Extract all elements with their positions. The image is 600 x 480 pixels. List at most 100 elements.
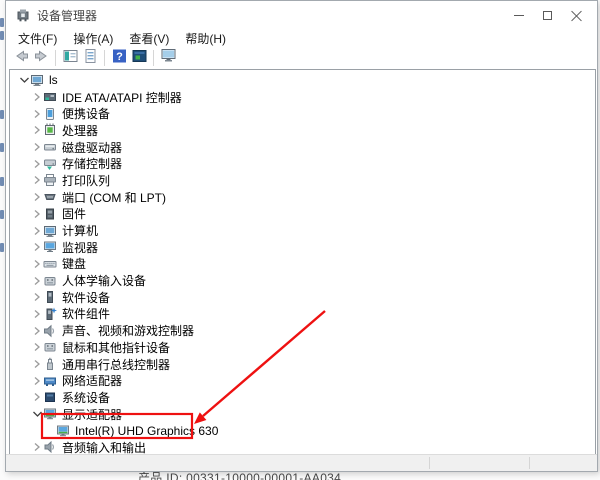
tree-item-display-adapters[interactable]: 显示适配器 bbox=[10, 406, 595, 423]
window-title: 设备管理器 bbox=[37, 7, 97, 24]
toolbar-separator bbox=[55, 50, 56, 66]
audio-icon bbox=[43, 440, 57, 454]
chevron-spacer bbox=[44, 423, 56, 439]
background-product-id-text: 产品 ID: 00331-10000-00001-AA034 bbox=[138, 471, 418, 480]
device-manager-window-button[interactable] bbox=[129, 48, 149, 68]
monitor-icon bbox=[43, 240, 57, 254]
tree-item-system-devices[interactable]: 系统设备 bbox=[10, 389, 595, 406]
tree-item-firmware[interactable]: 固件 bbox=[10, 206, 595, 223]
status-bar-separator bbox=[429, 457, 430, 469]
computer-icon bbox=[43, 224, 57, 238]
chevron-right-icon[interactable] bbox=[31, 339, 43, 355]
tree-item-software-devices[interactable]: 软件设备 bbox=[10, 289, 595, 306]
keyboard-icon bbox=[43, 257, 57, 271]
chevron-right-icon[interactable] bbox=[31, 373, 43, 389]
back-button[interactable] bbox=[11, 48, 31, 68]
tree-item-print-queues[interactable]: 打印队列 bbox=[10, 172, 595, 189]
computer-icon bbox=[30, 73, 44, 87]
back-icon bbox=[13, 48, 30, 69]
tree-item-disk-drives[interactable]: 磁盘驱动器 bbox=[10, 139, 595, 156]
tree-item-mice-and-pointing-devices[interactable]: 鼠标和其他指针设备 bbox=[10, 339, 595, 356]
tree-item-label: 便携设备 bbox=[61, 105, 110, 122]
chevron-right-icon[interactable] bbox=[31, 323, 43, 339]
menu-help[interactable]: 帮助(H) bbox=[177, 29, 234, 48]
maximize-icon bbox=[543, 11, 552, 20]
toolbar-separator bbox=[153, 50, 154, 66]
chevron-right-icon[interactable] bbox=[31, 89, 43, 105]
window-controls bbox=[504, 1, 591, 29]
device-manager-window-icon bbox=[131, 48, 148, 69]
tree-item-label: 鼠标和其他指针设备 bbox=[61, 339, 170, 356]
tree-item-label: 显示适配器 bbox=[61, 406, 122, 423]
tree-item-ports-com-lpt[interactable]: 端口 (COM 和 LPT) bbox=[10, 189, 595, 206]
chevron-right-icon[interactable] bbox=[31, 122, 43, 138]
tree-item-label: 软件组件 bbox=[61, 305, 110, 322]
toolbar-separator bbox=[104, 50, 105, 66]
chevron-right-icon[interactable] bbox=[31, 239, 43, 255]
close-button[interactable] bbox=[562, 1, 591, 29]
chevron-right-icon[interactable] bbox=[31, 172, 43, 188]
scan-hardware-changes-button[interactable] bbox=[158, 48, 178, 68]
tree-item-label: 通用串行总线控制器 bbox=[61, 356, 170, 373]
background-glyph-fragment bbox=[0, 210, 4, 219]
forward-button[interactable] bbox=[31, 48, 51, 68]
chevron-right-icon[interactable] bbox=[31, 223, 43, 239]
tree-item-ide-ata-atapi-controllers[interactable]: IDE ATA/ATAPI 控制器 bbox=[10, 89, 595, 106]
tree-item-label: IDE ATA/ATAPI 控制器 bbox=[61, 89, 182, 106]
close-icon bbox=[571, 10, 582, 21]
port-icon bbox=[43, 190, 57, 204]
tree-item-network-adapters[interactable]: 网络适配器 bbox=[10, 372, 595, 389]
menu-view[interactable]: 查看(V) bbox=[121, 29, 177, 48]
chevron-right-icon[interactable] bbox=[31, 273, 43, 289]
tree-item-human-interface-devices[interactable]: 人体学输入设备 bbox=[10, 272, 595, 289]
tree-item-computer[interactable]: 计算机 bbox=[10, 222, 595, 239]
background-glyph-fragment bbox=[0, 31, 4, 40]
chevron-right-icon[interactable] bbox=[31, 106, 43, 122]
background-glyph-fragment bbox=[0, 177, 4, 186]
menu-bar: 文件(F)操作(A)查看(V)帮助(H) bbox=[6, 29, 597, 47]
tree-item-label: 端口 (COM 和 LPT) bbox=[61, 189, 166, 206]
menu-file[interactable]: 文件(F) bbox=[10, 29, 65, 48]
tree-item-software-components[interactable]: 软件组件 bbox=[10, 306, 595, 323]
tree-item-label: 处理器 bbox=[61, 122, 98, 139]
tree-item-keyboards[interactable]: 键盘 bbox=[10, 256, 595, 273]
svg-text:?: ? bbox=[116, 51, 123, 63]
chevron-right-icon[interactable] bbox=[31, 356, 43, 372]
storage-icon bbox=[43, 157, 57, 171]
properties-button[interactable] bbox=[80, 48, 100, 68]
tree-item-label: 系统设备 bbox=[61, 389, 110, 406]
portable-icon bbox=[43, 107, 57, 121]
tree-item-storage-controllers[interactable]: 存储控制器 bbox=[10, 155, 595, 172]
tree-item-monitors[interactable]: 监视器 bbox=[10, 239, 595, 256]
minimize-button[interactable] bbox=[504, 1, 533, 29]
help-icon: ? bbox=[111, 48, 128, 69]
help-button[interactable]: ? bbox=[109, 48, 129, 68]
chevron-down-icon[interactable] bbox=[31, 406, 43, 422]
chevron-right-icon[interactable] bbox=[31, 139, 43, 155]
tree-item-intel-r-uhd-graphics-630[interactable]: Intel(R) UHD Graphics 630 bbox=[10, 422, 595, 439]
tree-item-sound-video-game-controllers[interactable]: 声音、视频和游戏控制器 bbox=[10, 322, 595, 339]
background-glyph-fragment bbox=[0, 18, 4, 27]
chevron-right-icon[interactable] bbox=[31, 306, 43, 322]
chevron-right-icon[interactable] bbox=[31, 389, 43, 405]
show-console-tree-button[interactable] bbox=[60, 48, 80, 68]
chevron-right-icon[interactable] bbox=[31, 189, 43, 205]
chevron-down-icon[interactable] bbox=[18, 72, 30, 88]
software-device-icon bbox=[43, 290, 57, 304]
maximize-button[interactable] bbox=[533, 1, 562, 29]
tree-item-portable-devices[interactable]: 便携设备 bbox=[10, 105, 595, 122]
chevron-right-icon[interactable] bbox=[31, 289, 43, 305]
status-bar bbox=[6, 454, 597, 471]
tree-item-processors[interactable]: 处理器 bbox=[10, 122, 595, 139]
chevron-right-icon[interactable] bbox=[31, 156, 43, 172]
display-icon bbox=[43, 407, 57, 421]
tree-item-usb-controllers[interactable]: 通用串行总线控制器 bbox=[10, 356, 595, 373]
chevron-right-icon[interactable] bbox=[31, 206, 43, 222]
tree-item-label: 网络适配器 bbox=[61, 372, 122, 389]
tree-item-label: ls bbox=[48, 73, 58, 87]
printer-icon bbox=[43, 173, 57, 187]
desktop-background: 产品 ID: 00331-10000-00001-AA034 设备管理器 文件(… bbox=[0, 0, 600, 480]
menu-action[interactable]: 操作(A) bbox=[65, 29, 121, 48]
tree-item-root[interactable]: ls bbox=[10, 72, 595, 89]
chevron-right-icon[interactable] bbox=[31, 256, 43, 272]
